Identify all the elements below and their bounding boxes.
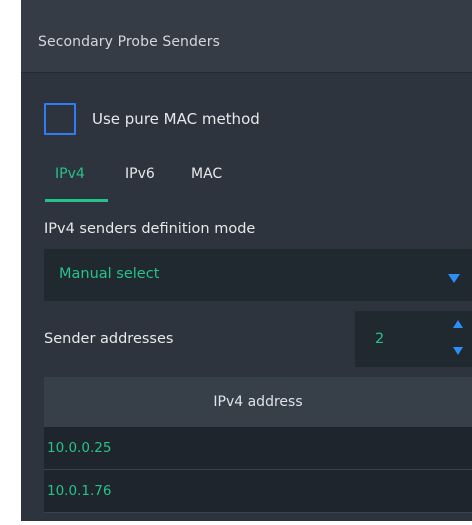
definition-mode-label: IPv4 senders definition mode (44, 221, 256, 237)
table-row[interactable]: 10.0.0.25 (44, 427, 472, 470)
pure-mac-checkbox-label[interactable]: Use pure MAC method (92, 110, 260, 128)
definition-mode-select[interactable]: Manual select (44, 249, 472, 301)
arrow-up-icon[interactable] (453, 320, 463, 328)
ipv4-address-cell: 10.0.0.25 (47, 440, 112, 456)
table-row[interactable]: 10.0.1.76 (44, 470, 472, 513)
secondary-probe-senders-panel: Secondary Probe Senders Use pure MAC met… (21, 0, 472, 521)
chevron-down-icon[interactable] (448, 274, 460, 283)
sender-addresses-value[interactable]: 2 (375, 331, 384, 347)
active-tab-indicator (45, 199, 108, 202)
ipv4-address-cell: 10.0.1.76 (47, 483, 112, 499)
pure-mac-checkbox[interactable] (44, 103, 76, 135)
tab-mac[interactable]: MAC (191, 166, 222, 182)
arrow-down-icon[interactable] (453, 347, 463, 355)
pure-mac-checkbox-row[interactable]: Use pure MAC method (44, 103, 260, 135)
sender-addresses-label: Sender addresses (44, 331, 174, 347)
panel-title: Secondary Probe Senders (38, 34, 220, 50)
tab-ipv6[interactable]: IPv6 (125, 166, 155, 182)
table-column-header: IPv4 address (213, 394, 303, 410)
definition-mode-value: Manual select (59, 266, 160, 282)
table-header: IPv4 address (44, 377, 472, 427)
sender-addresses-stepper[interactable]: 2 (355, 311, 472, 367)
ipv4-address-table: IPv4 address 10.0.0.25 10.0.1.76 (44, 377, 472, 513)
tab-ipv4[interactable]: IPv4 (55, 166, 85, 182)
panel-header: Secondary Probe Senders (21, 0, 472, 73)
